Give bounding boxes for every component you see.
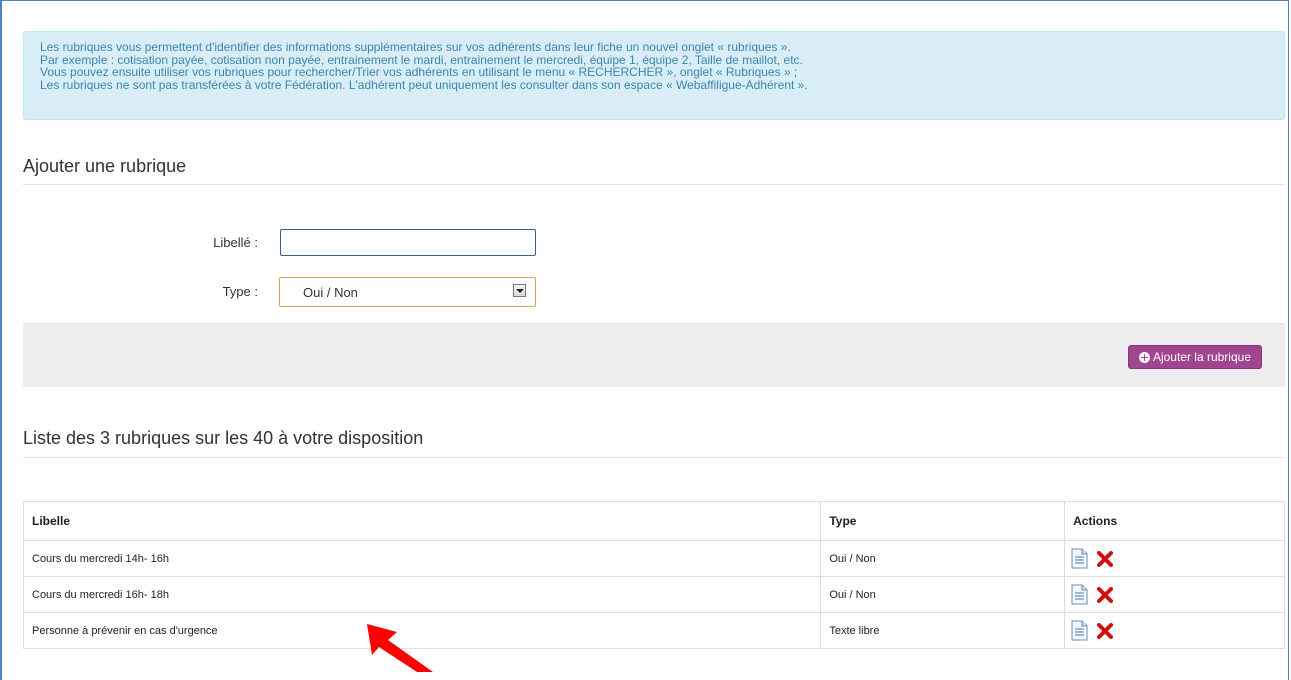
cell-type: Oui / Non [820, 576, 1066, 613]
cell-type: Texte libre [820, 612, 1066, 649]
red-arrow-icon [367, 624, 433, 672]
document-icon[interactable] [1071, 584, 1088, 605]
column-header-libelle: Libelle [22, 501, 822, 541]
libelle-label: Libellé : [213, 235, 258, 250]
libelle-input[interactable] [280, 229, 536, 256]
divider [23, 184, 1285, 185]
divider [23, 457, 1285, 458]
type-select-value: Oui / Non [303, 285, 358, 300]
document-icon[interactable] [1071, 620, 1088, 641]
table-row: Personne à prévenir en cas d'urgence Tex… [22, 612, 1285, 649]
add-rubrique-button[interactable]: Ajouter la rubrique [1127, 345, 1262, 369]
cell-libelle: Cours du mercredi 14h- 16h [22, 540, 822, 577]
form-actions-bar: Ajouter la rubrique [23, 323, 1285, 387]
cell-type: Oui / Non [820, 540, 1066, 577]
column-header-actions: Actions [1064, 501, 1285, 541]
add-rubrique-label: Ajouter la rubrique [1152, 350, 1251, 364]
table-row: Cours du mercredi 16h- 18h Oui / Non [22, 576, 1285, 613]
info-line: Vous pouvez ensuite utiliser vos rubriqu… [40, 65, 798, 79]
info-alert: Les rubriques vous permettent d'identifi… [23, 31, 1285, 120]
cell-actions [1064, 612, 1285, 649]
type-select[interactable]: Oui / Non [279, 277, 536, 307]
type-label: Type : [222, 284, 258, 299]
table-row: Cours du mercredi 14h- 16h Oui / Non [22, 540, 1285, 577]
chevron-down-icon[interactable] [513, 284, 526, 297]
red-x-icon[interactable] [1097, 586, 1114, 603]
red-x-icon[interactable] [1097, 622, 1114, 639]
document-icon[interactable] [1071, 548, 1088, 569]
add-section-title: Ajouter une rubrique [23, 156, 187, 176]
info-line: Les rubriques ne sont pas transférées à … [40, 77, 808, 92]
info-line: Les rubriques vous permettent d'identifi… [40, 40, 791, 54]
rubriques-table: Libelle Type Actions Cours du mercredi 1… [22, 501, 1285, 649]
table-header-row: Libelle Type Actions [22, 501, 1285, 541]
plus-circle-icon [1138, 351, 1150, 363]
column-header-type: Type [820, 501, 1066, 541]
list-section-title: Liste des 3 rubriques sur les 40 à votre… [23, 428, 424, 448]
red-x-icon[interactable] [1097, 550, 1114, 567]
cell-actions [1064, 576, 1285, 613]
cell-actions [1064, 540, 1285, 577]
